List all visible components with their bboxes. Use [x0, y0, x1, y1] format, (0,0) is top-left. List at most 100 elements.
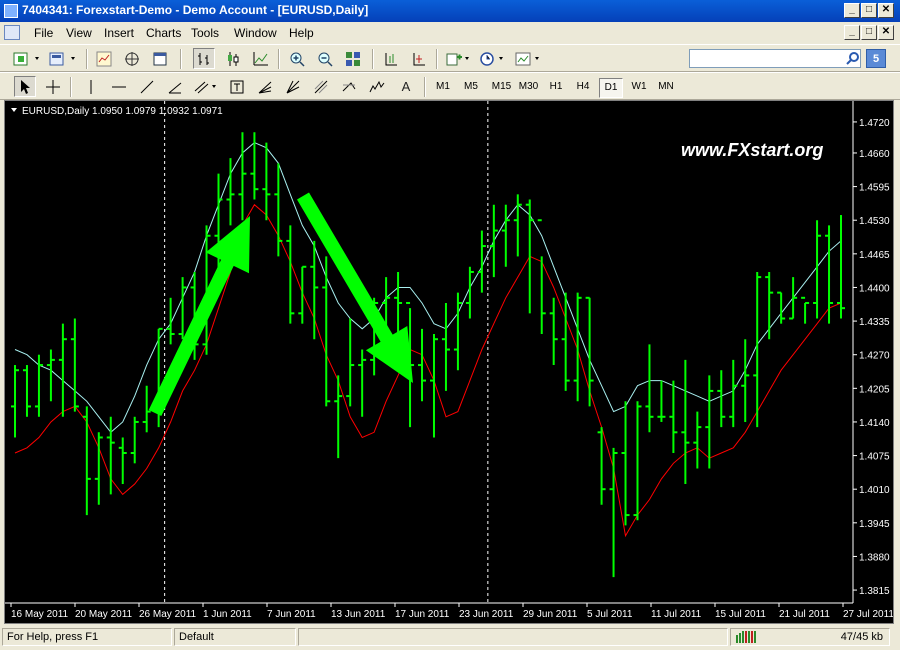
timeframe-h1[interactable]: H1	[545, 78, 567, 96]
time-tick-label: 23 Jun 2011	[459, 609, 514, 620]
menu-window[interactable]: Window	[234, 26, 277, 40]
candlesticks-icon[interactable]	[222, 48, 244, 69]
menu-charts[interactable]: Charts	[146, 26, 181, 40]
help-status: For Help, press F1	[2, 628, 172, 646]
maximize-button[interactable]: □	[861, 3, 877, 18]
time-tick-label: 21 Jul 2011	[779, 609, 830, 620]
menu-tools[interactable]: Tools	[191, 26, 219, 40]
menu-bar: File View Insert Charts Tools Window Hel…	[0, 22, 900, 43]
elliott-wave-icon[interactable]	[366, 76, 388, 97]
templates-icon[interactable]	[514, 48, 544, 69]
bar-chart-icon[interactable]	[193, 48, 215, 69]
timeframe-d1[interactable]: D1	[599, 78, 623, 98]
time-tick-label: 26 May 2011	[139, 609, 197, 620]
price-tick-label: 1.4595	[859, 183, 890, 194]
app-icon	[4, 4, 18, 18]
symbol-label: EURUSD,Daily 1.0950 1.0979 1.0932 1.0971	[22, 106, 223, 117]
timeframe-m15[interactable]: M15	[488, 78, 515, 96]
channels-icon[interactable]	[192, 76, 222, 97]
price-tick-label: 1.4010	[859, 485, 890, 496]
window-title: 7404341: Forexstart-Demo - Demo Account …	[22, 3, 369, 17]
search-input[interactable]	[689, 49, 861, 68]
time-tick-label: 17 Jun 2011	[395, 609, 450, 620]
standard-toolbar: 5	[0, 44, 900, 72]
price-tick-label: 1.4465	[859, 250, 890, 261]
time-tick-label: 27 Jul 2011	[843, 609, 893, 620]
menu-view[interactable]: View	[66, 26, 92, 40]
fibo-expansion-icon[interactable]	[338, 76, 360, 97]
menu-insert[interactable]: Insert	[104, 26, 134, 40]
fibo-arcs-icon[interactable]	[310, 76, 332, 97]
time-tick-label: 11 Jul 2011	[651, 609, 702, 620]
price-tick-label: 1.4335	[859, 317, 890, 328]
chart-minimize-button[interactable]: _	[844, 25, 860, 40]
status-empty	[298, 628, 728, 646]
chart-restore-button[interactable]: □	[861, 25, 877, 40]
time-tick-label: 15 Jul 2011	[715, 609, 766, 620]
connection-bars-icon	[736, 631, 756, 643]
profiles-icon[interactable]	[48, 48, 80, 69]
watermark-text: www.FXstart.org	[681, 140, 823, 160]
price-tick-label: 1.4270	[859, 351, 890, 362]
search-icon[interactable]	[845, 51, 861, 67]
time-tick-label: 20 May 2011	[75, 609, 133, 620]
price-tick-label: 1.4530	[859, 216, 890, 227]
timeframe-m30[interactable]: M30	[515, 78, 542, 96]
close-button[interactable]: ✕	[878, 3, 894, 18]
title-bar: 7404341: Forexstart-Demo - Demo Account …	[0, 0, 900, 22]
price-tick-label: 1.4205	[859, 384, 890, 395]
indicators-icon[interactable]	[444, 48, 474, 69]
drawing-toolbar: A M1 M5 M15 M30 H1 H4 D1 W1 MN	[0, 72, 900, 100]
gann-icon[interactable]	[282, 76, 304, 97]
timeframe-mn[interactable]: MN	[655, 78, 677, 96]
price-tick-label: 1.4075	[859, 452, 890, 463]
time-tick-label: 13 Jun 2011	[331, 609, 386, 620]
chart-shift-icon[interactable]	[380, 48, 402, 69]
text-label-icon[interactable]	[226, 76, 248, 97]
new-chart-icon[interactable]	[12, 48, 44, 69]
text-tool-icon[interactable]: A	[395, 76, 417, 97]
price-tick-label: 1.4720	[859, 118, 890, 129]
chart-close-button[interactable]: ✕	[878, 25, 894, 40]
autoscroll-icon[interactable]	[408, 48, 430, 69]
terminal-icon[interactable]	[149, 48, 171, 69]
cursor-icon[interactable]	[14, 76, 36, 97]
zoom-out-icon[interactable]	[314, 48, 336, 69]
time-tick-label: 7 Jun 2011	[267, 609, 316, 620]
time-tick-label: 29 Jun 2011	[523, 609, 578, 620]
traffic-text: 47/45 kb	[840, 631, 883, 643]
timeframe-w1[interactable]: W1	[628, 78, 650, 96]
trend-by-angle-icon[interactable]	[164, 76, 186, 97]
line-chart-icon[interactable]	[250, 48, 272, 69]
navigator-icon[interactable]	[121, 48, 143, 69]
chart-window-icon[interactable]	[4, 25, 20, 40]
trendline-icon[interactable]	[136, 76, 158, 97]
ohlc-chart[interactable]: 1.4720 1.4660 1.4595 1.4530 1.4465 1.4400 1.43…	[5, 101, 893, 623]
community-badge[interactable]: 5	[866, 49, 886, 68]
time-tick-label: 1 Jun 2011	[203, 609, 252, 620]
price-tick-label: 1.3945	[859, 519, 890, 530]
connection-status: 47/45 kb	[730, 628, 890, 646]
minimize-button[interactable]: _	[844, 3, 860, 18]
timeframe-h4[interactable]: H4	[572, 78, 594, 96]
price-tick-label: 1.4140	[859, 418, 890, 429]
price-tick-label: 1.3880	[859, 552, 890, 563]
time-tick-label: 16 May 2011	[11, 609, 69, 620]
zoom-in-icon[interactable]	[286, 48, 308, 69]
vertical-line-icon[interactable]	[80, 76, 102, 97]
timeframe-m1[interactable]: M1	[432, 78, 454, 96]
profile-status: Default	[174, 628, 296, 646]
fibo-fan-icon[interactable]	[254, 76, 276, 97]
price-tick-label: 1.4660	[859, 149, 890, 160]
timeframe-m5[interactable]: M5	[460, 78, 482, 96]
chart-window[interactable]: 1.4720 1.4660 1.4595 1.4530 1.4465 1.4400 1.43…	[4, 100, 894, 624]
horizontal-line-icon[interactable]	[108, 76, 130, 97]
menu-file[interactable]: File	[34, 26, 53, 40]
tile-windows-icon[interactable]	[342, 48, 364, 69]
crosshair-icon[interactable]	[42, 76, 64, 97]
periods-icon[interactable]	[478, 48, 508, 69]
price-tick-label: 1.3815	[859, 586, 890, 597]
menu-help[interactable]: Help	[289, 26, 314, 40]
market-watch-icon[interactable]	[93, 48, 115, 69]
time-tick-label: 5 Jul 2011	[587, 609, 633, 620]
